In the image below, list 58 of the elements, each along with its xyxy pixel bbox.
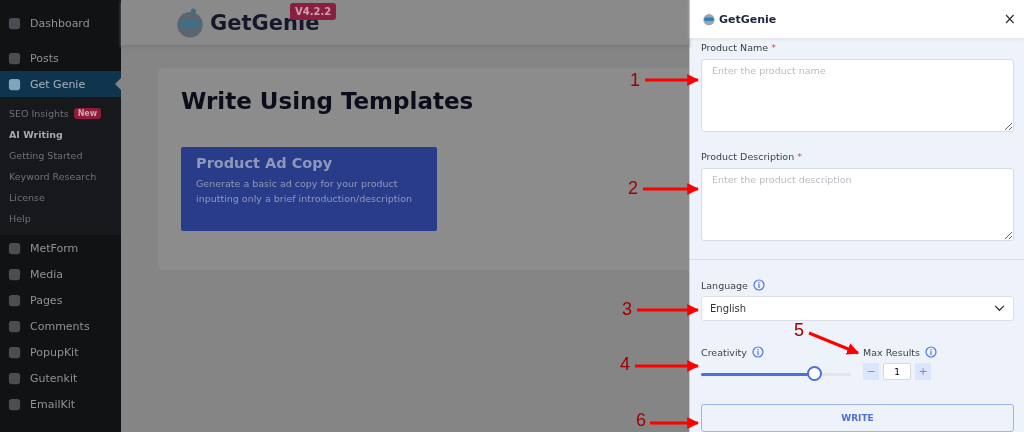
chevron-down-icon bbox=[994, 305, 1005, 312]
annotation-arrow bbox=[650, 417, 700, 429]
field-label: Product Description * bbox=[701, 151, 803, 162]
sidebar-item[interactable]: Dashboard bbox=[0, 10, 121, 36]
sidebar-item[interactable]: Comments bbox=[0, 313, 121, 339]
annotation-arrow bbox=[643, 183, 700, 195]
submenu-label: Help bbox=[9, 213, 31, 224]
text-area[interactable]: Enter the product description bbox=[701, 168, 1014, 241]
number-field[interactable]: 1 bbox=[883, 363, 911, 380]
annotation-arrow bbox=[645, 74, 700, 86]
close-button[interactable]: × bbox=[995, 10, 1024, 28]
info-icon[interactable] bbox=[752, 279, 765, 291]
write-button[interactable]: WRITE bbox=[701, 404, 1014, 432]
template-card[interactable]: Product Ad Copy Generate a basic ad copy for your product inputting only a brief introduction/description bbox=[181, 147, 437, 231]
annotation-arrow bbox=[637, 304, 700, 316]
language-select[interactable]: English bbox=[701, 296, 1014, 321]
field-label: Creativity bbox=[701, 346, 747, 358]
annotation-number: 3 bbox=[622, 299, 632, 320]
template-description: Generate a basic ad copy for your product inputting only a brief introduction/description bbox=[196, 177, 413, 206]
annotation-arrow bbox=[635, 360, 700, 372]
sidebar-item[interactable]: EmailKit bbox=[0, 391, 121, 417]
annotation-arrow bbox=[808, 331, 860, 355]
sidebar-item[interactable]: Posts bbox=[0, 45, 121, 71]
submenu-label: Getting Started bbox=[9, 150, 83, 161]
info-icon[interactable] bbox=[924, 346, 937, 358]
version-badge: V4.2.2 bbox=[290, 3, 337, 20]
sidebar-item[interactable]: Pages bbox=[0, 287, 121, 313]
submenu-item[interactable]: AI Writing bbox=[0, 124, 121, 145]
sidebar-item[interactable]: Get Genie bbox=[0, 71, 121, 97]
submenu-item[interactable]: Help bbox=[0, 208, 121, 229]
sidebar-item[interactable]: MetForm bbox=[0, 235, 121, 261]
annotation-number: 6 bbox=[636, 410, 646, 431]
slider-thumb[interactable] bbox=[806, 366, 822, 381]
sidebar-item[interactable]: Gutenkit bbox=[0, 365, 121, 391]
robot-logo-icon bbox=[702, 12, 716, 26]
annotation-number: 1 bbox=[630, 70, 640, 91]
new-badge: New bbox=[73, 108, 102, 119]
submenu-label: Keyword Research bbox=[9, 171, 97, 182]
field-label: Language bbox=[701, 279, 748, 291]
field-label: Product Name * bbox=[701, 42, 777, 53]
text-area[interactable]: Enter the product name bbox=[701, 59, 1014, 132]
annotation-number: 5 bbox=[794, 320, 804, 341]
info-icon[interactable] bbox=[752, 346, 764, 358]
submenu-item[interactable]: Getting Started bbox=[0, 145, 121, 166]
logo-text: GetGenie bbox=[719, 12, 778, 26]
template-title: Product Ad Copy bbox=[196, 155, 334, 171]
field-label: Max Results bbox=[863, 346, 920, 358]
submenu-item[interactable]: SEO Insights New bbox=[0, 103, 121, 124]
submenu-item[interactable]: Keyword Research bbox=[0, 166, 121, 187]
annotation-number: 4 bbox=[620, 354, 630, 375]
submenu-item[interactable]: License bbox=[0, 187, 121, 208]
sidebar-item[interactable]: PopupKit bbox=[0, 339, 121, 365]
sidebar-item[interactable]: Media bbox=[0, 261, 121, 287]
submenu-label: License bbox=[9, 192, 45, 203]
submenu-label: AI Writing bbox=[9, 129, 63, 140]
page-title: Write Using Templates bbox=[181, 88, 475, 114]
submenu-label: SEO Insights bbox=[9, 108, 69, 119]
annotation-number: 2 bbox=[628, 178, 638, 199]
